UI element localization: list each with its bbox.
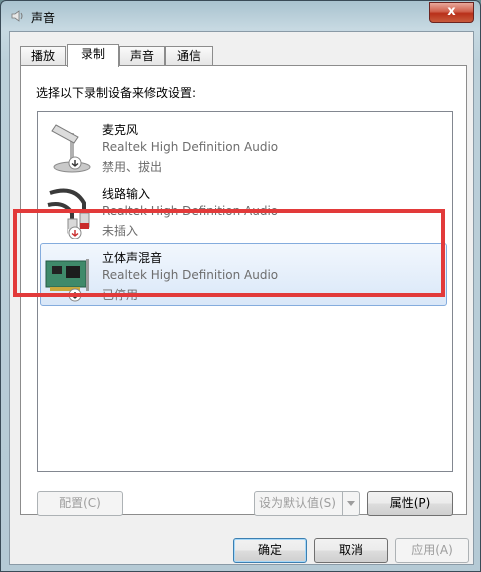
device-name: 麦克风 <box>102 123 139 137</box>
close-button[interactable]: x <box>429 2 474 23</box>
cancel-button[interactable]: 取消 <box>314 538 388 563</box>
microphone-icon <box>51 124 91 173</box>
window-title: 声音 <box>31 11 56 25</box>
title-bar[interactable]: 声音 x <box>1 1 480 31</box>
dialog-client: 播放 录制 声音 通信 选择以下录制设备来修改设置: 麦克风 Realtek H… <box>9 31 474 565</box>
device-name: 线路输入 <box>102 187 151 201</box>
set-default-dropdown[interactable]: 设为默认值(S) <box>254 491 360 516</box>
chevron-down-icon[interactable] <box>342 492 359 515</box>
tab-communications[interactable]: 通信 <box>165 46 213 66</box>
speaker-icon <box>11 10 23 22</box>
device-driver: Realtek High Definition Audio <box>102 140 279 154</box>
close-icon: x <box>447 4 456 19</box>
configure-button[interactable]: 配置(C) <box>37 491 123 516</box>
tab-sounds[interactable]: 声音 <box>119 46 165 66</box>
tab-recording[interactable]: 录制 <box>67 44 119 67</box>
instruction-text: 选择以下录制设备来修改设置: <box>36 86 197 100</box>
set-default-label: 设为默认值(S) <box>259 496 336 510</box>
properties-button[interactable]: 属性(P) <box>367 491 453 516</box>
device-item-microphone[interactable]: 麦克风 Realtek High Definition Audio 禁用、拔出 <box>38 115 452 179</box>
device-status: 禁用、拔出 <box>102 160 163 174</box>
apply-button[interactable]: 应用(A) <box>395 538 469 563</box>
dialog-window: 声音 x 播放 录制 声音 通信 选择以下录制设备来修改设置: 麦克风 Real… <box>0 0 481 572</box>
red-highlight-box <box>13 209 445 297</box>
ok-button[interactable]: 确定 <box>233 538 307 563</box>
tab-playback[interactable]: 播放 <box>20 46 66 66</box>
